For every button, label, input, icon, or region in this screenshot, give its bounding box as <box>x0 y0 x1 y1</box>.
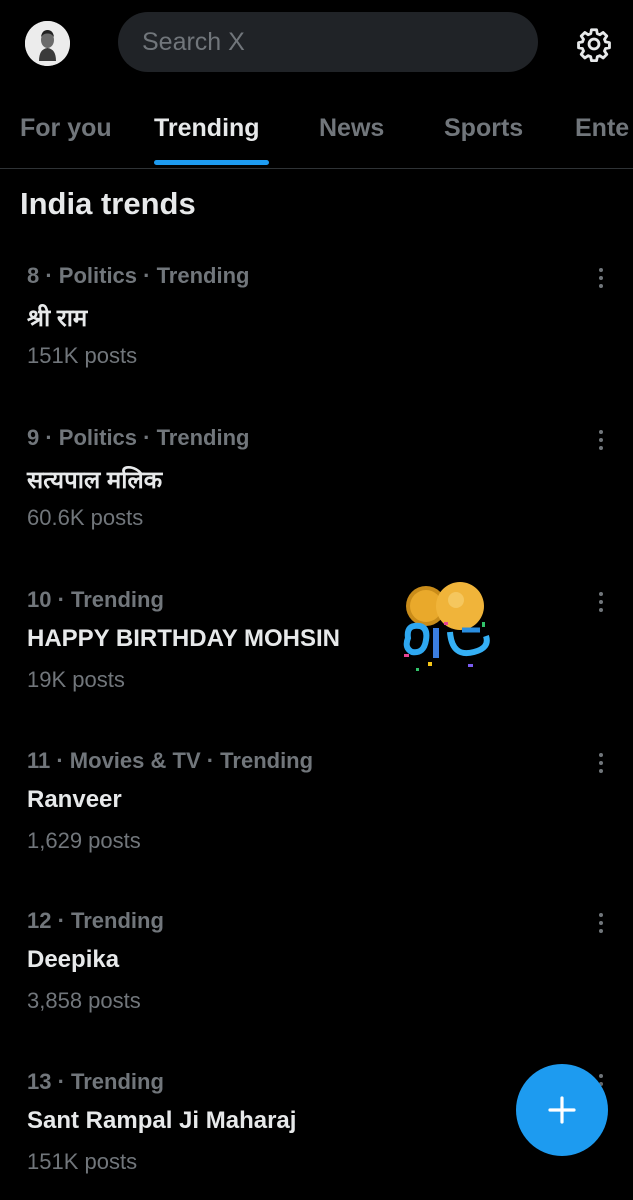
more-vertical-icon <box>599 430 603 450</box>
trend-item[interactable]: 10 · Trending HAPPY BIRTHDAY MOHSIN 19K … <box>0 587 633 737</box>
trend-name: Sant Rampal Ji Maharaj <box>27 1107 297 1134</box>
trend-post-count: 3,858 posts <box>27 988 141 1013</box>
trend-post-count: 151K posts <box>27 343 138 368</box>
more-vertical-icon <box>599 913 603 933</box>
tab-sports[interactable]: Sports <box>444 114 523 168</box>
profile-avatar[interactable] <box>25 21 70 66</box>
more-vertical-icon <box>599 592 603 612</box>
tab-for-you[interactable]: For you <box>20 114 112 168</box>
compose-post-button[interactable] <box>516 1064 608 1156</box>
tab-news[interactable]: News <box>319 114 384 168</box>
trend-meta: 12 · Trending <box>27 908 164 933</box>
more-options-button[interactable] <box>588 589 614 615</box>
trend-post-count: 1,629 posts <box>27 828 141 853</box>
search-bar[interactable] <box>118 12 538 72</box>
trend-item[interactable]: 8 · Politics · Trending श्री राम 151K po… <box>0 263 633 413</box>
trend-meta: 8 · Politics · Trending <box>27 263 250 288</box>
trend-item[interactable]: 11 · Movies & TV · Trending Ranveer 1,62… <box>0 748 633 898</box>
gear-icon <box>577 28 611 62</box>
trend-meta: 9 · Politics · Trending <box>27 425 250 450</box>
trend-post-count: 19K posts <box>27 667 125 692</box>
explore-page: For you Trending News Sports Ente India … <box>0 0 633 1200</box>
more-options-button[interactable] <box>588 750 614 776</box>
more-vertical-icon <box>599 268 603 288</box>
trend-name: सत्यपाल मलिक <box>27 467 163 494</box>
tab-entertainment[interactable]: Ente <box>575 114 629 168</box>
trend-meta: 10 · Trending <box>27 587 164 612</box>
active-tab-indicator <box>154 160 269 165</box>
more-options-button[interactable] <box>588 910 614 936</box>
trend-name: HAPPY BIRTHDAY MOHSIN <box>27 625 340 652</box>
plus-icon <box>548 1096 576 1124</box>
section-title: India trends <box>20 186 196 221</box>
trend-post-count: 151K posts <box>27 1149 138 1174</box>
search-input[interactable] <box>140 26 524 58</box>
trend-name: श्री राम <box>27 305 88 332</box>
trend-name: Deepika <box>27 946 120 973</box>
more-vertical-icon <box>599 753 603 773</box>
trend-meta: 11 · Movies & TV · Trending <box>27 748 314 773</box>
settings-button[interactable] <box>572 22 616 66</box>
trend-meta: 13 · Trending <box>27 1069 164 1094</box>
avatar-image <box>25 21 70 66</box>
more-options-button[interactable] <box>588 265 614 291</box>
birthday-hashflag-icon <box>403 582 490 671</box>
trend-post-count: 60.6K posts <box>27 505 144 530</box>
top-bar <box>0 0 633 88</box>
trend-item[interactable]: 12 · Trending Deepika 3,858 posts <box>0 908 633 1058</box>
more-options-button[interactable] <box>588 427 614 453</box>
explore-tabs: For you Trending News Sports Ente <box>0 100 633 169</box>
trend-item[interactable]: 9 · Politics · Trending सत्यपाल मलिक 60.… <box>0 425 633 575</box>
trend-name: Ranveer <box>27 786 122 813</box>
